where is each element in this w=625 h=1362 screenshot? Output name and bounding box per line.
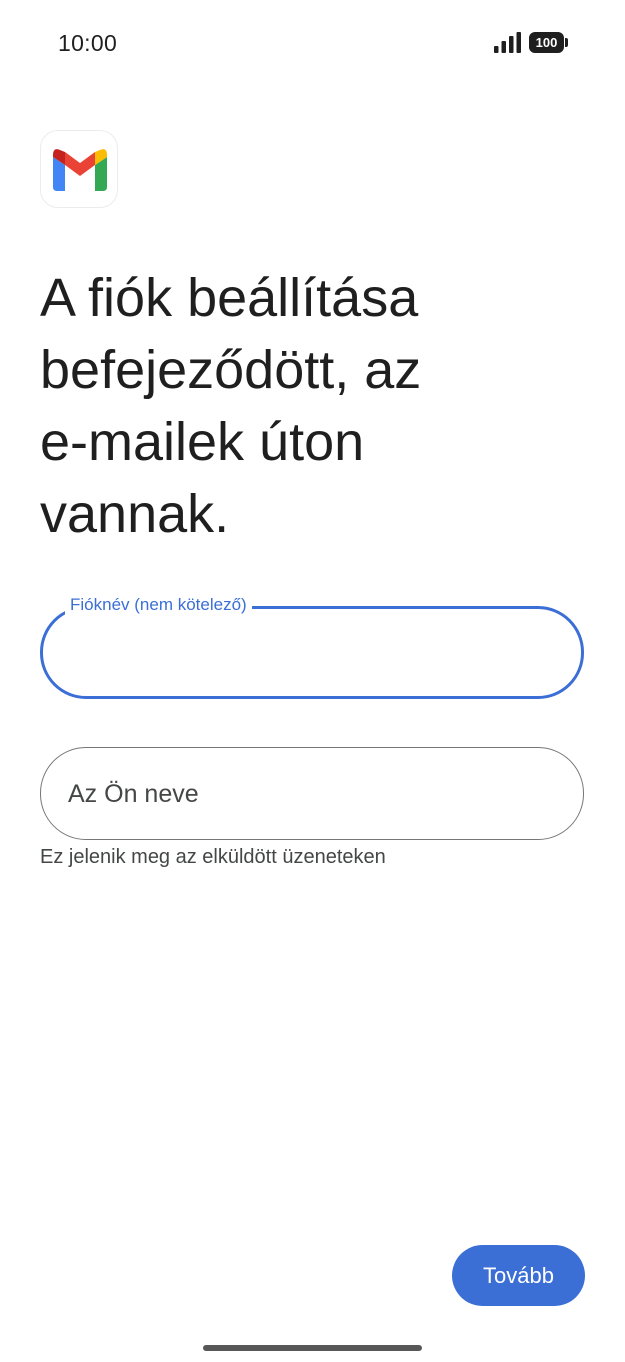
account-name-field[interactable]: Fióknév (nem kötelező) [40, 595, 584, 699]
battery-tip [565, 38, 568, 47]
app-logo [40, 130, 118, 208]
cellular-signal-icon [494, 32, 522, 53]
next-button[interactable]: Tovább [452, 1245, 585, 1306]
your-name-helper-text: Ez jelenik meg az elküldött üzeneteken [40, 846, 386, 868]
status-bar: 10:00 100 [0, 0, 625, 86]
battery-icon: 100 [529, 32, 569, 53]
account-name-input[interactable] [67, 633, 551, 675]
status-time: 10:00 [58, 30, 118, 56]
gmail-logo-icon [53, 149, 107, 191]
your-name-field[interactable] [40, 747, 584, 840]
gesture-nav-bar[interactable] [203, 1345, 422, 1351]
battery-level: 100 [529, 32, 564, 53]
page-title: A fiók beállítása befejeződött, az e-mai… [40, 268, 422, 544]
your-name-input[interactable] [66, 773, 550, 815]
account-name-label: Fióknév (nem kötelező) [65, 595, 252, 615]
